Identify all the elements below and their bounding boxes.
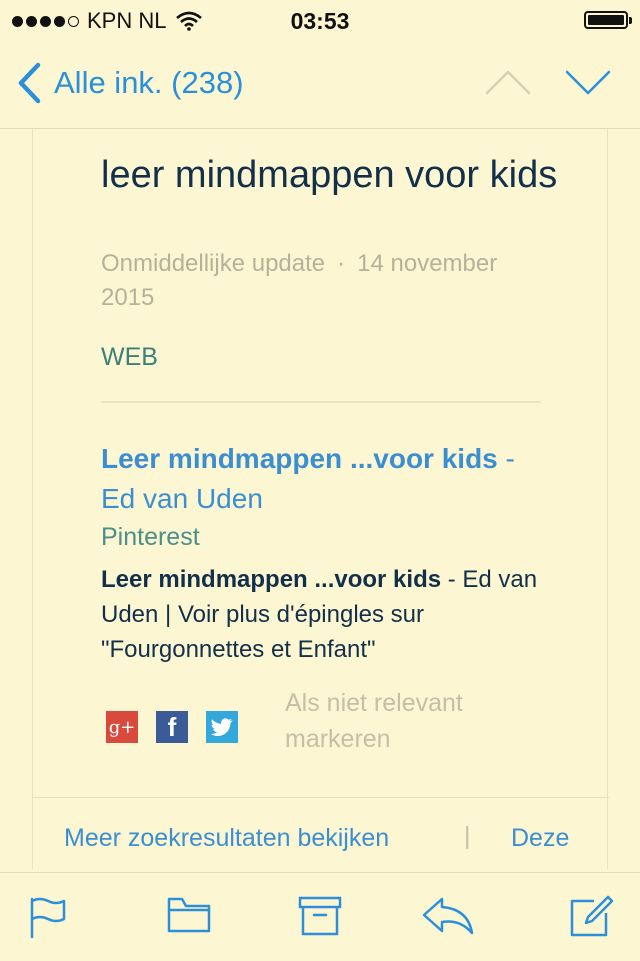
result-source: Pinterest (101, 523, 200, 551)
flag-icon[interactable] (28, 895, 68, 939)
section-divider (101, 401, 541, 403)
more-results-link[interactable]: Meer zoekresultaten bekijken (64, 824, 389, 853)
google-plus-share-button[interactable]: g+ (106, 711, 138, 743)
alert-title: leer mindmappen voor kids (101, 154, 558, 196)
back-button-label: Alle ink. (238) (54, 65, 244, 100)
footer-link-separator: | (464, 822, 471, 850)
next-message-button[interactable] (564, 66, 612, 98)
status-bar: KPN NL 03:53 (0, 0, 640, 40)
archive-icon[interactable] (298, 895, 342, 937)
chevron-up-icon (485, 70, 531, 95)
navigation-bar: Alle ink. (238) (0, 40, 640, 129)
card-divider (33, 797, 609, 798)
chevron-left-icon (18, 62, 41, 104)
facebook-icon: f (167, 711, 177, 742)
status-time: 03:53 (290, 8, 350, 34)
facebook-share-button[interactable]: f (156, 711, 188, 743)
back-button[interactable]: Alle ink. (238) (16, 62, 244, 104)
compose-icon[interactable] (568, 895, 614, 939)
result-title-bold: Leer mindmappen ...voor kids (101, 443, 498, 474)
deze-link[interactable]: Deze (511, 824, 569, 853)
google-plus-icon: g+ (108, 716, 136, 738)
alert-card: leer mindmappen voor kids Onmiddellijke … (32, 129, 609, 869)
twitter-bird-icon (211, 718, 233, 736)
update-type: Onmiddellijke update (101, 250, 326, 277)
bottom-toolbar (0, 872, 640, 961)
battery-level (588, 15, 624, 25)
folder-icon[interactable] (166, 895, 212, 935)
section-label: WEB (101, 343, 158, 371)
footer-links: Meer zoekresultaten bekijken | Deze (0, 822, 640, 862)
mark-not-relevant-link[interactable]: Als niet relevant markeren (285, 685, 525, 757)
twitter-share-button[interactable] (206, 711, 238, 743)
previous-message-button[interactable] (484, 66, 532, 98)
reply-icon[interactable] (420, 895, 474, 937)
chevron-down-icon (565, 70, 611, 95)
battery-icon (584, 11, 632, 29)
meta-separator: · (337, 250, 346, 277)
alert-meta: Onmiddellijke update · 14 november 2015 (101, 247, 521, 315)
result-title-link[interactable]: Leer mindmappen ...voor kids - Ed van Ud… (101, 439, 541, 519)
result-snippet: Leer mindmappen ...voor kids - Ed van Ud… (101, 562, 541, 667)
snippet-bold: Leer mindmappen ...voor kids (101, 566, 442, 593)
